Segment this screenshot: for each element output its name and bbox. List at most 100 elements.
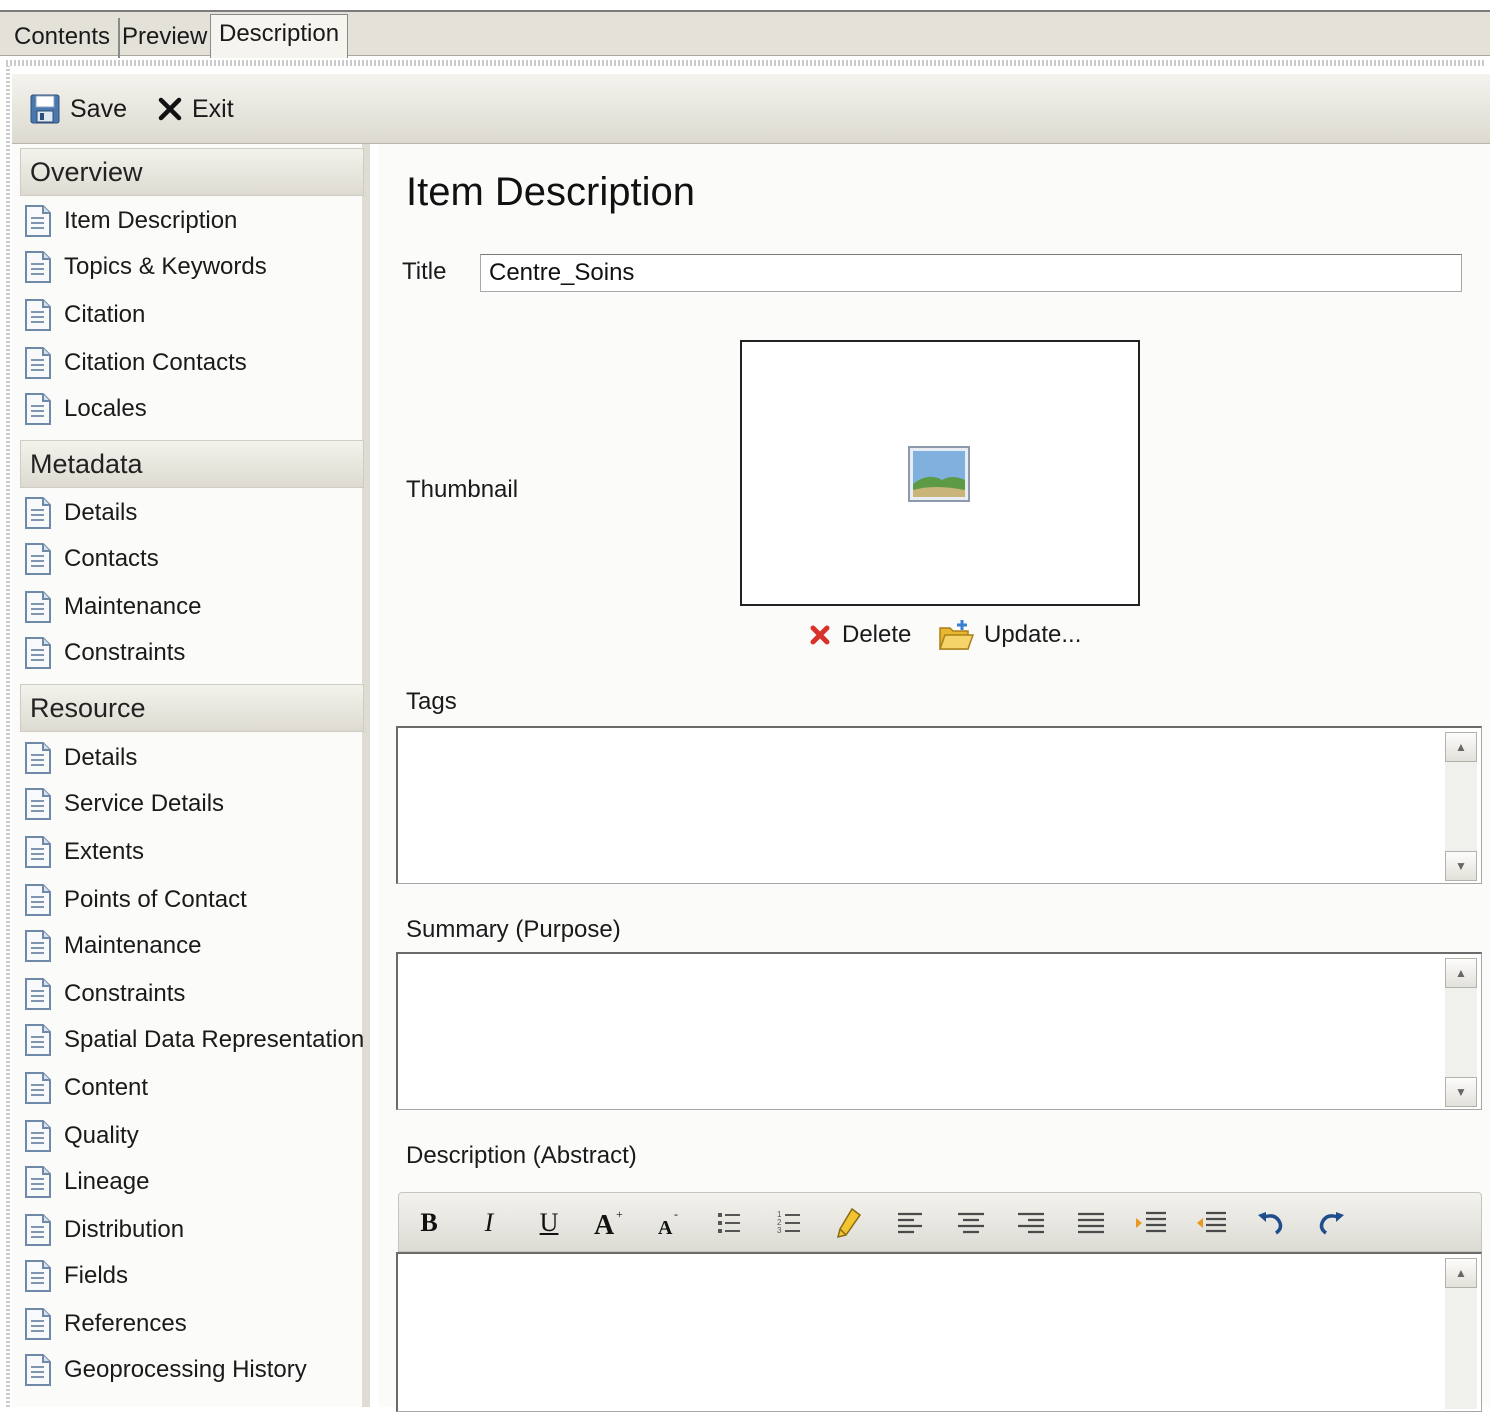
sidebar-item-distribution[interactable]: Distribution [24, 1212, 184, 1248]
document-icon [25, 836, 51, 868]
image-placeholder-icon [908, 446, 970, 502]
thumbnail-frame[interactable] [740, 340, 1140, 606]
update-thumbnail-button[interactable]: Update... [938, 618, 1081, 652]
thumbnail-label: Thumbnail [406, 476, 519, 503]
sidebar-item-extents[interactable]: Extents [24, 834, 144, 870]
highlight-button[interactable] [831, 1205, 867, 1241]
sidebar-item-label: Constraints [64, 980, 186, 1007]
sidebar-item-item-description[interactable]: Item Description [24, 203, 237, 239]
exit-label: Exit [192, 94, 234, 123]
sidebar-item-topics-keywords[interactable]: Topics & Keywords [24, 249, 267, 285]
sidebar-item-metadata-constraints[interactable]: Constraints [24, 635, 185, 671]
align-center-button[interactable] [953, 1205, 989, 1241]
delete-icon [810, 625, 830, 645]
svg-text:A: A [658, 1217, 673, 1239]
sidebar-item-references[interactable]: References [24, 1306, 187, 1342]
sidebar-item-resource-constraints[interactable]: Constraints [24, 976, 185, 1012]
document-icon [25, 788, 51, 820]
tab-description[interactable]: Description [210, 14, 349, 58]
sidebar-item-label: Citation Contacts [64, 349, 247, 376]
bold-button[interactable]: B [411, 1205, 447, 1241]
delete-thumbnail-button[interactable]: Delete [808, 618, 911, 652]
increase-font-button[interactable]: A + [591, 1205, 627, 1241]
sidebar-item-citation-contacts[interactable]: Citation Contacts [24, 345, 247, 381]
document-icon [25, 497, 51, 529]
description-scrollbar[interactable]: ▲ [1445, 1258, 1477, 1409]
bullet-list-button[interactable] [711, 1205, 747, 1241]
document-icon [25, 205, 51, 237]
sidebar-item-label: Service Details [64, 790, 225, 817]
underline-button[interactable]: U [531, 1205, 567, 1241]
summary-scrollbar[interactable]: ▲ ▼ [1445, 958, 1477, 1107]
editor-toolbar: Save Exit [12, 74, 1490, 144]
folder-open-icon [938, 620, 974, 650]
tags-scrollbar[interactable]: ▲ ▼ [1445, 732, 1477, 881]
scroll-up-button[interactable]: ▲ [1445, 1258, 1477, 1288]
bullet-list-icon [718, 1213, 740, 1233]
tab-preview[interactable]: Preview [114, 18, 215, 58]
sidebar-item-metadata-details[interactable]: Details [24, 495, 137, 531]
title-input[interactable]: Centre_Soins [480, 254, 1462, 292]
sidebar-item-label: Contacts [64, 545, 159, 572]
sidebar-item-spatial-data-representation[interactable]: Spatial Data Representation [24, 1022, 364, 1058]
summary-textarea[interactable]: ▲ ▼ [396, 952, 1482, 1110]
outdent-button[interactable] [1193, 1205, 1229, 1241]
sidebar-item-content[interactable]: Content [24, 1070, 148, 1106]
decrease-font-button[interactable]: A- [651, 1205, 687, 1241]
sidebar-item-metadata-maintenance[interactable]: Maintenance [24, 589, 201, 625]
redo-button[interactable] [1313, 1205, 1349, 1241]
sidebar-item-metadata-contacts[interactable]: Contacts [24, 541, 159, 577]
sidebar-item-label: Topics & Keywords [64, 253, 267, 280]
save-button[interactable]: Save [30, 92, 127, 126]
sidebar-item-label: Lineage [64, 1168, 150, 1195]
justify-button[interactable] [1073, 1205, 1109, 1241]
font-increase-icon: A + [594, 1207, 623, 1240]
document-icon [25, 1214, 51, 1246]
sidebar-item-label: Citation [64, 301, 146, 328]
sidebar-item-resource-details[interactable]: Details [24, 740, 137, 776]
scroll-up-button[interactable]: ▲ [1445, 732, 1477, 762]
sidebar-item-label: References [64, 1310, 187, 1337]
sidebar-item-label: Item Description [64, 207, 238, 234]
sidebar-item-quality[interactable]: Quality [24, 1118, 139, 1154]
sidebar-item-geoprocessing-history[interactable]: Geoprocessing History [24, 1352, 307, 1388]
sidebar-item-service-details[interactable]: Service Details [24, 786, 224, 822]
delete-label: Delete [842, 621, 912, 648]
sidebar-item-label: Maintenance [64, 932, 202, 959]
sidebar-item-label: Quality [64, 1122, 139, 1149]
scroll-down-button[interactable]: ▼ [1445, 1077, 1477, 1107]
align-right-icon [1018, 1212, 1044, 1234]
scroll-up-button[interactable]: ▲ [1445, 958, 1477, 988]
svg-text:+: + [616, 1207, 623, 1221]
rich-text-toolbar: B I U A + A- 123 [398, 1192, 1482, 1252]
italic-button[interactable]: I [471, 1205, 507, 1241]
document-icon [25, 1072, 51, 1104]
tags-textarea[interactable]: ▲ ▼ [396, 726, 1482, 884]
sidebar-item-citation[interactable]: Citation [24, 297, 145, 333]
sidebar-item-points-of-contact[interactable]: Points of Contact [24, 882, 247, 918]
sidebar-item-locales[interactable]: Locales [24, 391, 147, 427]
description-label: Description (Abstract) [406, 1142, 637, 1169]
scroll-down-button[interactable]: ▼ [1445, 851, 1477, 881]
update-label: Update... [984, 621, 1082, 648]
align-left-button[interactable] [893, 1205, 929, 1241]
main-panel: Item Description Title Centre_Soins Thum… [378, 144, 1490, 1412]
document-icon [25, 347, 51, 379]
numbered-list-button[interactable]: 123 [771, 1205, 807, 1241]
close-icon [158, 97, 182, 121]
sidebar-item-resource-maintenance[interactable]: Maintenance [24, 928, 201, 964]
sidebar: Overview Item Description Topics & Keywo… [12, 144, 370, 1407]
indent-button[interactable] [1133, 1205, 1169, 1241]
undo-button[interactable] [1253, 1205, 1289, 1241]
document-icon [25, 1120, 51, 1152]
align-right-button[interactable] [1013, 1205, 1049, 1241]
exit-button[interactable]: Exit [158, 92, 234, 126]
section-header-resource: Resource [20, 684, 364, 732]
sidebar-item-label: Points of Contact [64, 886, 247, 913]
summary-label: Summary (Purpose) [406, 916, 621, 943]
sidebar-item-lineage[interactable]: Lineage [24, 1164, 149, 1200]
tab-contents[interactable]: Contents [6, 18, 121, 58]
sidebar-item-fields[interactable]: Fields [24, 1258, 128, 1294]
description-textarea[interactable]: ▲ [396, 1252, 1482, 1412]
document-icon [25, 591, 51, 623]
